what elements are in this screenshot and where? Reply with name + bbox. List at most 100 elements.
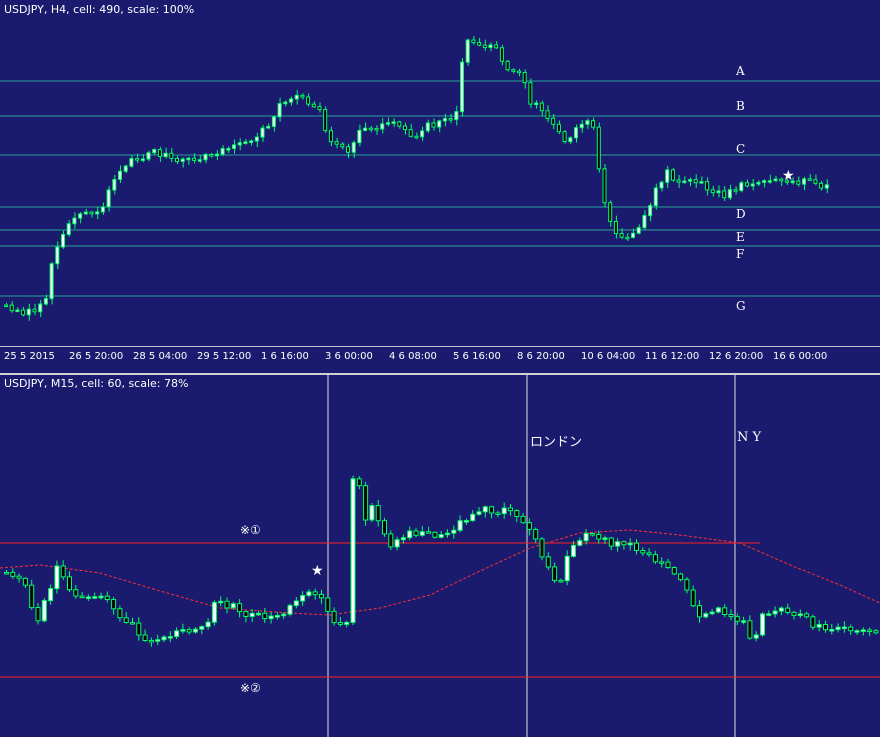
candle-body [688,179,692,182]
candle-body [684,579,690,591]
candle-body [733,189,738,192]
candle-body [48,588,54,602]
candle-body [199,626,205,630]
candle-body [451,529,457,534]
candle-body [112,179,117,191]
candle-body [243,611,249,618]
candle-body [772,610,778,615]
candle-body [266,125,271,129]
candle-body [741,620,747,623]
candle-body [499,47,504,62]
candle-body [471,39,476,44]
candle-body [325,597,331,612]
candle-body [767,180,772,183]
candle-body [574,127,578,139]
candle-body [727,189,732,199]
h4-time-axis: 25 5 2015 26 5 20:00 28 5 04:00 29 5 12:… [0,346,880,373]
candle-body [703,613,709,618]
candle-body [745,182,749,187]
m15-chart-canvas: ※① ※② ロンドン N Y ★ [0,375,880,737]
candle-body [106,189,111,208]
candle-body [9,304,14,312]
candle-body [323,109,328,132]
candle-body [665,561,671,569]
candle-body [571,544,576,557]
candle-body [382,520,387,535]
candle-body [135,158,140,161]
candle-body [294,94,299,100]
candle-body [357,129,362,144]
candle-body [300,94,305,98]
candle-body [118,170,122,180]
candle-body [356,478,362,487]
candle-body [785,607,791,613]
candle-body [54,565,60,590]
candle-body [514,510,520,517]
candle-body [220,148,225,155]
candle-body [281,613,287,617]
x-tick-label: 12 6 20:00 [709,351,764,362]
candle-body [262,612,268,620]
candle-body [552,566,558,581]
candle-body [526,522,532,530]
m15-chart-pane[interactable]: USDJPY, M15, cell: 60, scale: 78% ※① ※② ロン… [0,373,880,737]
level-label: G [736,299,746,313]
candle-body [596,533,602,540]
candle-body [489,506,495,514]
candle-body [665,169,670,183]
candle-body [89,211,94,215]
candle-body [232,144,236,149]
candle-body [237,142,242,146]
x-tick-label: 11 6 12:00 [645,351,700,362]
candle-body [385,122,390,125]
candle-body [98,595,104,599]
candle-body [520,515,526,524]
candle-body [438,534,444,538]
candle-body [10,571,16,577]
candle-body [55,246,60,265]
candle-body [79,595,85,599]
h4-chart-pane[interactable]: USDJPY, H4, cell: 490, scale: 100% ABCDE… [0,0,880,346]
level-label: B [736,99,745,113]
candle-body [306,591,312,596]
candle-body [579,123,584,129]
candle-body [829,629,835,632]
candle-body [709,611,715,615]
x-tick-label: 4 6 08:00 [389,351,437,362]
candle-body [636,227,641,234]
candle-body [522,72,527,84]
candle-body [760,613,765,636]
candle-body [425,122,430,132]
candle-body [505,60,510,71]
candle-body [268,615,274,620]
candle-body [163,152,168,158]
candle-body [400,537,406,541]
candle-body [810,616,816,628]
candle-body [211,601,217,623]
candle-body [78,213,83,219]
candle-body [413,530,419,536]
candle-body [293,600,299,606]
candle-body [73,589,79,597]
candle-body [243,141,248,144]
candle-body [508,507,513,512]
candle-body [123,617,129,624]
candle-body [678,573,684,581]
candle-body [442,118,447,122]
x-tick-label: 3 6 00:00 [325,351,373,362]
candle-body [671,567,677,575]
candle-body [142,634,148,641]
candle-body [670,169,675,181]
candle-body [83,211,88,215]
candle-body [41,600,47,622]
candle-body [627,542,633,546]
candle-body [306,96,311,105]
candle-body [186,629,192,633]
candle-body [813,179,818,184]
candle-body [140,158,145,161]
candle-body [317,106,322,111]
candle-body [66,223,71,235]
candle-body [690,589,696,607]
candle-body [477,42,482,46]
candle-body [613,221,618,235]
